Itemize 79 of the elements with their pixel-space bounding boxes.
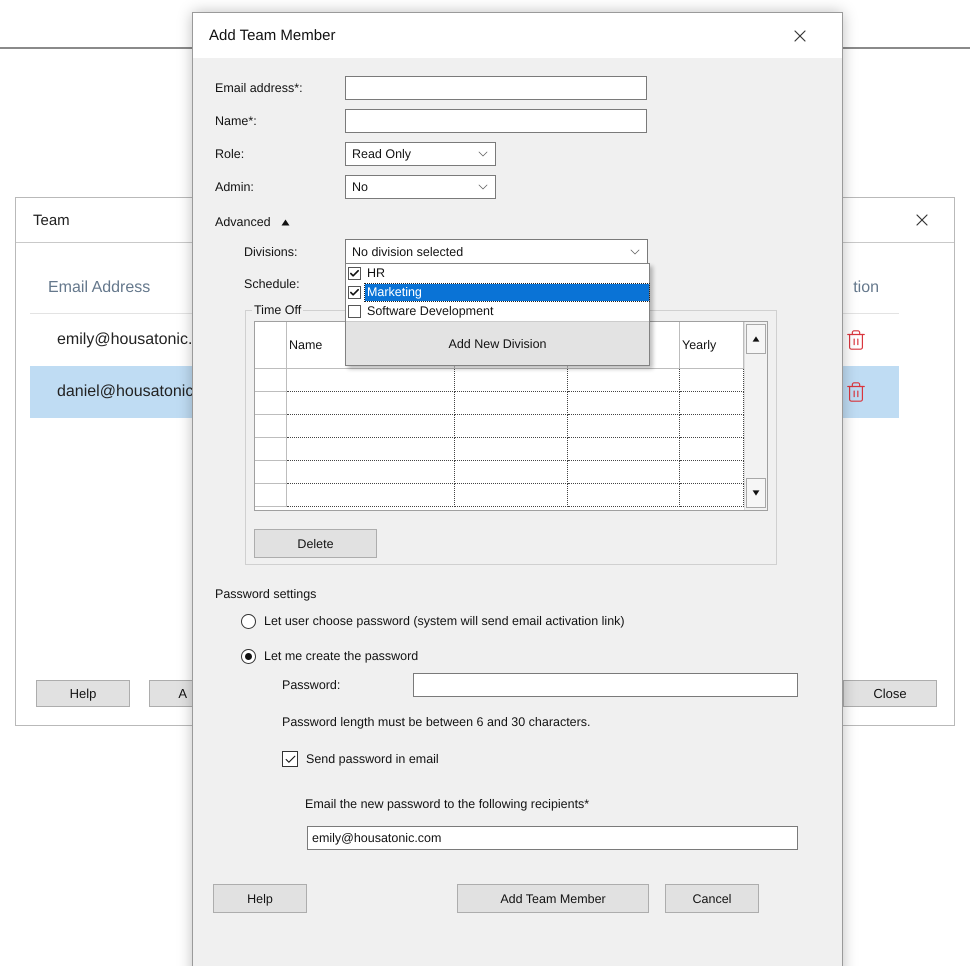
grid-cell[interactable]	[287, 369, 455, 392]
password-field[interactable]	[413, 673, 798, 697]
grid-cell[interactable]	[455, 369, 568, 392]
check-icon	[284, 752, 296, 766]
grid-cell[interactable]	[568, 392, 680, 415]
scroll-up-button[interactable]	[746, 324, 766, 354]
advanced-toggle[interactable]: Advanced	[215, 215, 290, 229]
grid-cell[interactable]	[455, 484, 568, 507]
scrollbar[interactable]	[744, 322, 767, 510]
grid-cell[interactable]	[568, 484, 680, 507]
grid-cell[interactable]	[287, 438, 455, 461]
grid-cell[interactable]	[287, 392, 455, 415]
down-arrow-icon	[752, 490, 760, 496]
window-title: Team	[33, 212, 70, 228]
grid-cell[interactable]	[568, 415, 680, 438]
partial-button[interactable]: A	[149, 680, 194, 707]
recipients-label: Email the new password to the following recipients*	[304, 797, 590, 811]
row-header	[255, 484, 287, 507]
grid-cell[interactable]	[287, 484, 455, 507]
menu-item[interactable]: Software Development	[365, 303, 649, 320]
grid-cell[interactable]	[287, 461, 455, 484]
field-label: Password:	[282, 678, 342, 692]
input-field[interactable]	[345, 109, 647, 133]
close-button[interactable]: Close	[843, 680, 937, 707]
radio-button[interactable]	[241, 614, 256, 628]
up-arrow-icon	[752, 336, 760, 342]
dialog-title: Add Team Member	[209, 27, 336, 44]
help-button[interactable]: Help	[36, 680, 130, 707]
help-button[interactable]: Help	[213, 884, 307, 913]
hint-text: Password length must be between 6 and 30 characters.	[281, 715, 592, 729]
menu-item[interactable]: HR	[365, 265, 649, 282]
field-label: Role:	[215, 147, 246, 161]
row-header	[255, 369, 287, 392]
scroll-down-button[interactable]	[746, 478, 766, 508]
checkbox-label: Send password in email	[306, 752, 439, 766]
row-header	[255, 438, 287, 461]
email-cell: daniel@housatonic	[57, 383, 194, 401]
dropdown[interactable]: Read Only	[345, 142, 496, 166]
trash-icon[interactable]	[845, 329, 867, 351]
grid-cell[interactable]	[455, 461, 568, 484]
column-header: Email Address	[48, 279, 150, 297]
checkbox[interactable]	[348, 305, 361, 318]
delete-button[interactable]: Delete	[254, 529, 377, 558]
grid-cell[interactable]	[455, 438, 568, 461]
trash-icon[interactable]	[845, 381, 867, 403]
email-cell: emily@housatonic.	[57, 331, 192, 349]
input-field[interactable]	[345, 76, 647, 100]
menu-item[interactable]: Marketing	[365, 284, 649, 301]
group-title: Time Off	[253, 303, 302, 317]
field-label: Admin:	[215, 180, 255, 194]
option-label: Let me create the password	[264, 649, 418, 663]
row-header	[255, 461, 287, 484]
row-header	[255, 415, 287, 438]
section-title: Password settings	[215, 587, 318, 601]
checkbox[interactable]	[282, 751, 298, 767]
column-header: tion	[853, 279, 879, 297]
grid-cell[interactable]	[455, 392, 568, 415]
add-division-button[interactable]: Add New Division	[346, 321, 649, 365]
option-label: Let user choose password (system will send email activation link)	[264, 614, 625, 628]
field-label: Name*:	[215, 114, 258, 128]
add-member-button[interactable]: Add Team Member	[457, 884, 649, 913]
field-label: Schedule:	[244, 277, 301, 291]
grid-cell[interactable]	[568, 369, 680, 392]
check-icon	[349, 287, 360, 298]
grid-cell[interactable]	[568, 461, 680, 484]
collapse-arrow-icon	[280, 218, 290, 226]
checkbox[interactable]	[348, 286, 361, 299]
cancel-button[interactable]: Cancel	[665, 884, 759, 913]
row-header	[255, 392, 287, 415]
field-label: Divisions:	[244, 244, 298, 258]
grid-cell[interactable]	[455, 415, 568, 438]
radio-button[interactable]	[241, 648, 256, 664]
checkbox[interactable]	[348, 267, 361, 280]
field-label: Email address*:	[215, 81, 304, 95]
grid-cell[interactable]	[287, 415, 455, 438]
dropdown[interactable]: No	[345, 175, 496, 199]
check-icon	[349, 268, 360, 279]
recipients-field[interactable]: emily@housatonic.com	[307, 826, 798, 850]
grid-cell[interactable]	[568, 438, 680, 461]
